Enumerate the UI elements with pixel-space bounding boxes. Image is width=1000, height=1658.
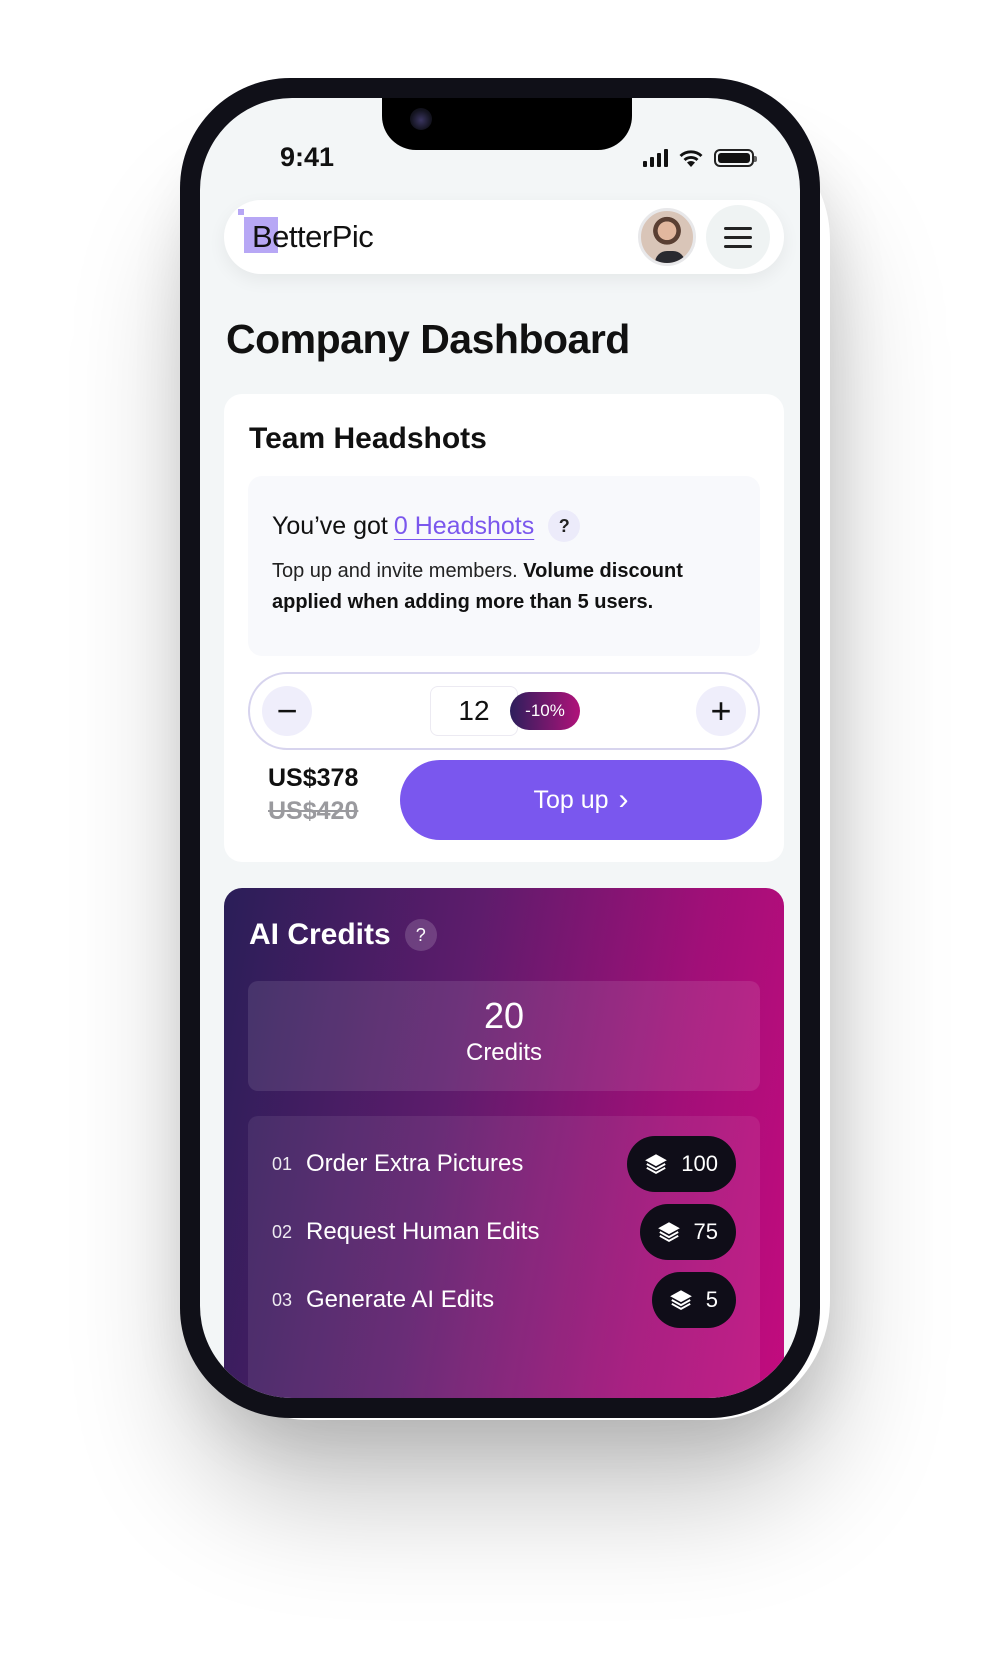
quantity-stepper: − 12 -10% + bbox=[248, 672, 760, 750]
credits-count: 20 bbox=[483, 995, 525, 1036]
price-original: US$420 bbox=[268, 797, 359, 825]
logo[interactable]: BetterPic bbox=[238, 209, 374, 255]
logo-text: BetterPic bbox=[252, 219, 374, 254]
credits-label: Credits bbox=[465, 1039, 543, 1066]
item-label: Request Human Edits bbox=[306, 1218, 540, 1245]
minus-icon: − bbox=[276, 690, 298, 731]
cost-pill: 5 bbox=[651, 1272, 736, 1328]
item-label: Generate AI Edits bbox=[306, 1286, 495, 1313]
page-title: Company Dashboard bbox=[226, 316, 630, 362]
item-label: Order Extra Pictures bbox=[306, 1150, 524, 1177]
help-icon[interactable]: ? bbox=[404, 919, 437, 951]
wifi-icon bbox=[679, 150, 703, 167]
headshots-info-box: You’ve got 0 Headshots ? Top up and invi… bbox=[248, 476, 760, 656]
cost-pill: 100 bbox=[627, 1136, 736, 1192]
team-headshots-card: Team Headshots You’ve got 0 Headshots ? … bbox=[224, 394, 784, 862]
logo-dot bbox=[238, 209, 244, 215]
menu-button[interactable] bbox=[706, 205, 770, 269]
list-item[interactable]: 02 Request Human Edits 75 bbox=[248, 1204, 760, 1260]
decrement-button[interactable]: − bbox=[262, 686, 312, 736]
top-up-button[interactable]: Top up › bbox=[400, 760, 762, 840]
price-block: US$378 US$420 bbox=[268, 764, 358, 826]
list-item[interactable]: 01 Order Extra Pictures 100 bbox=[248, 1136, 760, 1192]
header-actions bbox=[638, 205, 770, 269]
ai-credits-title: AI Credits bbox=[249, 918, 391, 951]
desc-plain: Top up and invite members. bbox=[272, 560, 524, 582]
layers-icon bbox=[657, 1222, 680, 1242]
notch bbox=[382, 98, 632, 150]
app-header: BetterPic bbox=[224, 200, 784, 274]
battery-icon bbox=[714, 149, 757, 167]
discount-badge: -10% bbox=[510, 692, 580, 730]
quantity-input[interactable]: 12 bbox=[430, 686, 518, 736]
headshots-count-line: You’ve got 0 Headshots ? bbox=[272, 510, 736, 542]
ai-credits-title-row: AI Credits ? bbox=[249, 918, 437, 952]
chevron-right-icon: › bbox=[618, 783, 629, 816]
avatar[interactable] bbox=[638, 208, 696, 266]
camera-icon bbox=[410, 108, 432, 130]
layers-icon bbox=[645, 1154, 668, 1174]
hamburger-icon-line bbox=[724, 226, 752, 230]
price-current: US$378 bbox=[268, 764, 359, 792]
got-prefix: You’ve got bbox=[272, 511, 388, 540]
plus-icon: + bbox=[710, 690, 732, 731]
status-icons bbox=[643, 148, 757, 168]
team-headshots-title: Team Headshots bbox=[249, 422, 487, 455]
help-icon[interactable]: ? bbox=[548, 510, 581, 542]
phone-screen: 9:41 BetterPic Company Dashboard Team He… bbox=[200, 98, 800, 1398]
top-up-label: Top up bbox=[533, 785, 609, 814]
hamburger-icon-line bbox=[724, 244, 752, 248]
phone-frame: 9:41 BetterPic Company Dashboard Team He… bbox=[180, 78, 820, 1418]
cost-value: 75 bbox=[693, 1219, 718, 1244]
cost-value: 100 bbox=[681, 1151, 718, 1176]
signal-icon bbox=[643, 149, 668, 167]
list-item[interactable]: 03 Generate AI Edits 5 bbox=[248, 1272, 760, 1328]
increment-button[interactable]: + bbox=[696, 686, 746, 736]
credit-actions-list: 01 Order Extra Pictures 100 02 Request H… bbox=[248, 1116, 760, 1398]
headshots-count-link[interactable]: 0 Headshots bbox=[394, 512, 534, 541]
credits-balance: 20 Credits bbox=[248, 981, 760, 1091]
cost-pill: 75 bbox=[639, 1204, 736, 1260]
status-time: 9:41 bbox=[280, 142, 335, 172]
headshots-description: Top up and invite members. Volume discou… bbox=[272, 556, 736, 618]
ai-credits-card: AI Credits ? 20 Credits 01 Order Extra P… bbox=[224, 888, 784, 1398]
item-number: 03 bbox=[272, 1289, 293, 1310]
layers-icon bbox=[669, 1290, 692, 1310]
item-number: 01 bbox=[272, 1153, 293, 1174]
cost-value: 5 bbox=[705, 1287, 718, 1312]
hamburger-icon-line bbox=[724, 235, 752, 239]
item-number: 02 bbox=[272, 1221, 293, 1242]
